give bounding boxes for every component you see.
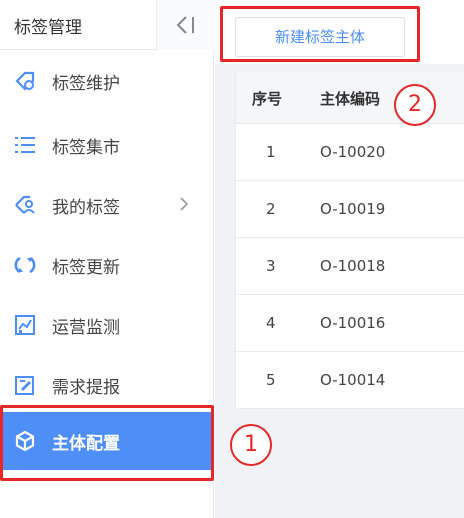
sidebar-title: 标签管理 (14, 18, 82, 38)
collapse-icon (176, 16, 194, 34)
sidebar-item-tag-market[interactable]: 标签集市 (0, 116, 214, 174)
table-row[interactable]: 5 O-10014 (236, 352, 464, 409)
sidebar-header: 标签管理 (0, 0, 214, 50)
row-index: 4 (266, 314, 276, 332)
table-row[interactable]: 2 O-10019 (236, 181, 464, 238)
toolbar: 新建标签主体 (215, 0, 464, 64)
row-code: O-10016 (320, 314, 386, 332)
new-tag-entity-button[interactable]: 新建标签主体 (235, 17, 405, 57)
sidebar-item-label: 标签维护 (52, 74, 120, 94)
row-index: 5 (266, 371, 276, 389)
user-tag-icon (15, 195, 35, 214)
row-index: 2 (266, 200, 276, 218)
column-header-index: 序号 (252, 90, 283, 108)
sidebar-item-tag-update[interactable]: 标签更新 (0, 236, 214, 294)
table-row[interactable]: 3 O-10018 (236, 238, 464, 295)
row-index: 3 (266, 257, 276, 275)
sidebar-item-entity-config[interactable]: 主体配置 (0, 412, 214, 470)
refresh-icon (14, 256, 36, 274)
chart-icon (15, 315, 35, 335)
row-index: 1 (266, 143, 276, 161)
tag-gear-icon (15, 71, 35, 91)
column-header-code: 主体编码 (320, 90, 381, 108)
sidebar-item-label: 运营监测 (52, 318, 120, 338)
annotation-circle-1: 1 (230, 424, 272, 466)
row-code: O-10019 (320, 200, 386, 218)
sidebar-item-label: 我的标签 (52, 198, 120, 218)
sidebar: 标签管理 标签维护 标签集市 我的标签 标签更新 运营监测 需求提报 主体配置 (0, 0, 214, 518)
row-code: O-10020 (320, 143, 386, 161)
annotation-circle-2: 2 (394, 84, 436, 126)
list-icon (15, 137, 35, 153)
chevron-right-icon (180, 197, 189, 211)
sidebar-item-my-tags[interactable]: 我的标签 (0, 176, 214, 234)
entity-table: 序号 主体编码 1 O-10020 2 O-10019 3 O-10018 4 … (235, 72, 464, 409)
sidebar-item-label: 需求提报 (52, 378, 120, 398)
sidebar-item-tag-maintenance[interactable]: 标签维护 (0, 52, 214, 110)
table-row[interactable]: 4 O-10016 (236, 295, 464, 352)
table-row[interactable]: 1 O-10020 (236, 124, 464, 181)
row-code: O-10018 (320, 257, 386, 275)
sidebar-item-label: 主体配置 (52, 434, 120, 454)
cube-icon (15, 430, 35, 452)
collapse-sidebar-button[interactable] (156, 0, 214, 50)
sidebar-item-requirement-submit[interactable]: 需求提报 (0, 356, 214, 414)
edit-icon (15, 376, 34, 395)
sidebar-item-label: 标签更新 (52, 258, 120, 278)
sidebar-item-operations-monitor[interactable]: 运营监测 (0, 296, 214, 354)
row-code: O-10014 (320, 371, 386, 389)
sidebar-item-label: 标签集市 (52, 138, 120, 158)
